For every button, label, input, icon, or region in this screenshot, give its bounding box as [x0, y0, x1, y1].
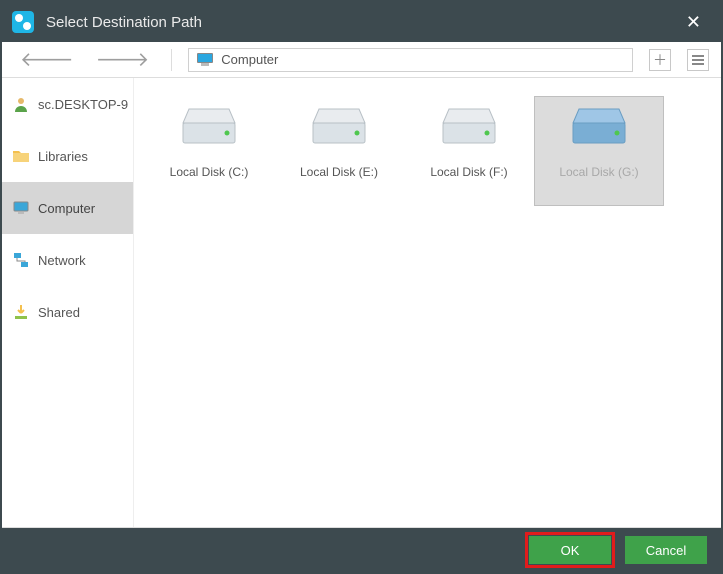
drive-icon [567, 103, 631, 153]
back-arrow-icon[interactable]: 🡐 [14, 45, 80, 74]
sidebar-item-label: Network [38, 253, 86, 268]
disk-item[interactable]: Local Disk (E:) [274, 96, 404, 206]
sidebar-item-computer[interactable]: Computer [2, 182, 133, 234]
sidebar-item-shared[interactable]: Shared [2, 286, 133, 338]
app-icon [12, 11, 34, 33]
forward-arrow-icon[interactable]: 🡒 [90, 45, 156, 74]
path-box[interactable]: Computer [188, 48, 633, 72]
disk-item[interactable]: Local Disk (C:) [144, 96, 274, 206]
sidebar-item-libraries[interactable]: Libraries [2, 130, 133, 182]
drive-icon [437, 103, 501, 153]
toolbar: 🡐 🡒 Computer ＋ [2, 42, 721, 78]
list-view-icon[interactable] [687, 49, 709, 71]
disk-grid: Local Disk (C:) Local Disk (E:) Local Di… [134, 78, 721, 527]
monitor-icon [12, 199, 30, 217]
ok-highlight: OK [525, 532, 615, 568]
user-icon [12, 95, 30, 113]
sidebar-item-label: Shared [38, 305, 80, 320]
sidebar-item-label: Computer [38, 201, 95, 216]
cancel-button[interactable]: Cancel [625, 536, 707, 564]
sidebar-item-desktop[interactable]: sc.DESKTOP-9 [2, 78, 133, 130]
drive-icon [177, 103, 241, 153]
title-bar: Select Destination Path ✕ [2, 2, 721, 42]
drive-icon [307, 103, 371, 153]
disk-label: Local Disk (C:) [170, 165, 249, 179]
add-button-icon[interactable]: ＋ [649, 49, 671, 71]
disk-label: Local Disk (E:) [300, 165, 378, 179]
dialog-title: Select Destination Path [46, 14, 678, 31]
sidebar-item-label: sc.DESKTOP-9 [38, 97, 128, 112]
sidebar: sc.DESKTOP-9 Libraries Computer Network [2, 78, 134, 527]
sidebar-item-network[interactable]: Network [2, 234, 133, 286]
disk-item[interactable]: Local Disk (G:) [534, 96, 664, 206]
path-label: Computer [221, 52, 278, 67]
network-icon [12, 251, 30, 269]
disk-label: Local Disk (G:) [559, 165, 638, 179]
disk-label: Local Disk (F:) [430, 165, 507, 179]
ok-button[interactable]: OK [529, 536, 611, 564]
monitor-icon [197, 53, 213, 66]
footer: OK Cancel [2, 528, 721, 572]
disk-item[interactable]: Local Disk (F:) [404, 96, 534, 206]
dialog-window: Select Destination Path ✕ 🡐 🡒 Computer ＋… [0, 0, 723, 574]
folder-icon [12, 147, 30, 165]
separator [171, 49, 172, 71]
sidebar-item-label: Libraries [38, 149, 88, 164]
download-icon [12, 303, 30, 321]
dialog-body: sc.DESKTOP-9 Libraries Computer Network [2, 78, 721, 528]
close-icon[interactable]: ✕ [678, 8, 709, 37]
